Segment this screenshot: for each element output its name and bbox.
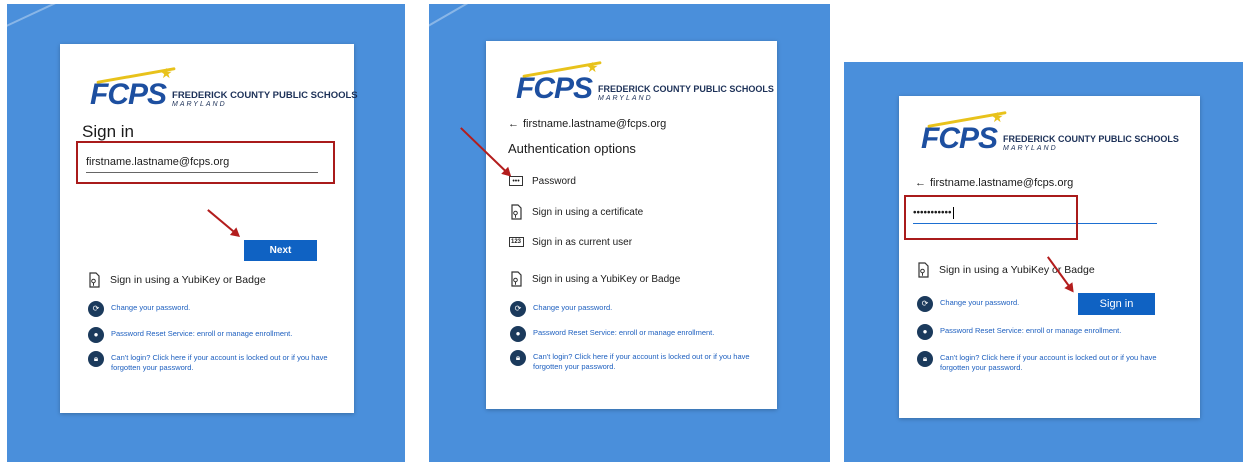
current-user-option[interactable]: 123 Sign in as current user: [508, 235, 632, 249]
sign-in-card: FCPS ★ FREDERICK COUNTY PUBLIC SCHOOLS M…: [60, 44, 358, 413]
cant-login-link[interactable]: 🔒︎ Can't login? Click here if your accou…: [917, 351, 1179, 373]
district-name: FREDERICK COUNTY PUBLIC SCHOOLS: [1003, 134, 1179, 145]
district-state: MARYLAND: [172, 101, 227, 108]
back-row[interactable]: ← firstname.lastname@fcps.org: [915, 177, 1073, 189]
logo-text: FREDERICK COUNTY PUBLIC SCHOOLS MARYLAND: [598, 84, 774, 102]
key-person-icon: ●: [510, 326, 526, 342]
yubikey-sign-in-option[interactable]: Sign in using a YubiKey or Badge: [915, 262, 1095, 278]
star-icon: ★: [586, 59, 599, 75]
badge-icon: [915, 262, 931, 278]
logo-text: FREDERICK COUNTY PUBLIC SCHOOLS MARYLAND: [1003, 134, 1179, 152]
background-streak: [429, 4, 601, 38]
change-password-label: Change your password.: [111, 303, 191, 312]
yubikey-option-label: Sign in using a YubiKey or Badge: [110, 274, 266, 286]
screenshot-panel-password: FCPS ★ FREDERICK COUNTY PUBLIC SCHOOLS M…: [844, 62, 1243, 462]
sign-in-button[interactable]: Sign in: [1078, 293, 1155, 315]
fcps-logo-mark: FCPS: [921, 122, 998, 155]
yubikey-sign-in-option[interactable]: Sign in using a YubiKey or Badge: [86, 272, 266, 288]
certificate-icon: [508, 204, 524, 220]
auth-options-title: Authentication options: [508, 141, 636, 156]
cant-login-link[interactable]: 🔒︎ Can't login? Click here if your accou…: [510, 350, 755, 372]
key-refresh-icon: ⟳: [917, 296, 933, 312]
yubikey-sign-in-option[interactable]: Sign in using a YubiKey or Badge: [508, 271, 681, 287]
change-password-label: Change your password.: [940, 298, 1020, 307]
fcps-logo: FCPS ★ FREDERICK COUNTY PUBLIC SCHOOLS M…: [921, 110, 1179, 155]
logo-text: FREDERICK COUNTY PUBLIC SCHOOLS MARYLAND: [172, 89, 358, 108]
password-reset-link[interactable]: ● Password Reset Service: enroll or mana…: [510, 326, 750, 342]
back-row[interactable]: ← firstname.lastname@fcps.org: [508, 118, 666, 130]
change-password-link[interactable]: ⟳ Change your password.: [88, 301, 328, 317]
password-reset-label: Password Reset Service: enroll or manage…: [111, 329, 293, 338]
current-user-option-label: Sign in as current user: [532, 236, 633, 248]
fcps-logo-mark: FCPS: [90, 78, 167, 111]
key-person-icon: ●: [917, 324, 933, 340]
password-highlight-box: [904, 195, 1078, 240]
district-name: FREDERICK COUNTY PUBLIC SCHOOLS: [172, 89, 358, 101]
badge-icon: [86, 272, 102, 288]
district-name: FREDERICK COUNTY PUBLIC SCHOOLS: [598, 84, 774, 95]
fcps-logo: FCPS ★ FREDERICK COUNTY PUBLIC SCHOOLS M…: [90, 66, 358, 111]
password-reset-label: Password Reset Service: enroll or manage…: [940, 326, 1122, 335]
screenshot-panel-sign-in: FCPS ★ FREDERICK COUNTY PUBLIC SCHOOLS M…: [7, 4, 405, 462]
cant-login-label: Can't login? Click here if your account …: [533, 352, 750, 372]
number-123-icon: 123: [508, 235, 524, 249]
auth-options-card: FCPS ★ FREDERICK COUNTY PUBLIC SCHOOLS M…: [486, 41, 777, 409]
district-state: MARYLAND: [1003, 145, 1058, 152]
account-email: firstname.lastname@fcps.org: [523, 118, 667, 130]
key-lock-icon: 🔒︎: [88, 351, 104, 367]
certificate-option-label: Sign in using a certificate: [532, 206, 644, 218]
star-icon: ★: [991, 109, 1004, 125]
password-reset-link[interactable]: ● Password Reset Service: enroll or mana…: [88, 327, 328, 343]
password-reset-link[interactable]: ● Password Reset Service: enroll or mana…: [917, 324, 1177, 340]
email-highlight-box: [76, 141, 335, 184]
password-option[interactable]: ••• Password: [508, 174, 576, 188]
fcps-logo-mark: FCPS: [516, 72, 593, 105]
password-dots-glyph: •••: [509, 176, 523, 186]
change-password-label: Change your password.: [533, 303, 613, 312]
district-state: MARYLAND: [598, 95, 653, 102]
badge-icon: [508, 271, 524, 287]
back-arrow-icon[interactable]: ←: [915, 177, 926, 189]
key-lock-icon: 🔒︎: [510, 350, 526, 366]
change-password-link[interactable]: ⟳ Change your password.: [510, 301, 750, 317]
key-refresh-icon: ⟳: [88, 301, 104, 317]
account-email: firstname.lastname@fcps.org: [930, 177, 1074, 189]
fcps-logo: FCPS ★ FREDERICK COUNTY PUBLIC SCHOOLS M…: [516, 60, 774, 105]
yubikey-option-label: Sign in using a YubiKey or Badge: [532, 273, 681, 285]
password-option-label: Password: [532, 175, 576, 187]
background-streak: [7, 4, 187, 36]
star-icon: ★: [160, 65, 173, 81]
number-123-glyph: 123: [508, 237, 524, 247]
page-title: Sign in: [82, 122, 134, 141]
certificate-option[interactable]: Sign in using a certificate: [508, 204, 644, 220]
cant-login-label: Can't login? Click here if your account …: [940, 353, 1157, 373]
screenshot-panel-auth-options: FCPS ★ FREDERICK COUNTY PUBLIC SCHOOLS M…: [429, 4, 830, 462]
back-arrow-icon[interactable]: ←: [508, 118, 519, 130]
key-person-icon: ●: [88, 327, 104, 343]
key-refresh-icon: ⟳: [510, 301, 526, 317]
yubikey-option-label: Sign in using a YubiKey or Badge: [939, 264, 1095, 276]
key-lock-icon: 🔒︎: [917, 351, 933, 367]
next-button[interactable]: Next: [244, 240, 317, 261]
password-reset-label: Password Reset Service: enroll or manage…: [533, 328, 715, 337]
change-password-link[interactable]: ⟳ Change your password.: [917, 296, 1067, 312]
cant-login-label: Can't login? Click here if your account …: [111, 353, 328, 373]
cant-login-link[interactable]: 🔒︎ Can't login? Click here if your accou…: [88, 351, 333, 373]
